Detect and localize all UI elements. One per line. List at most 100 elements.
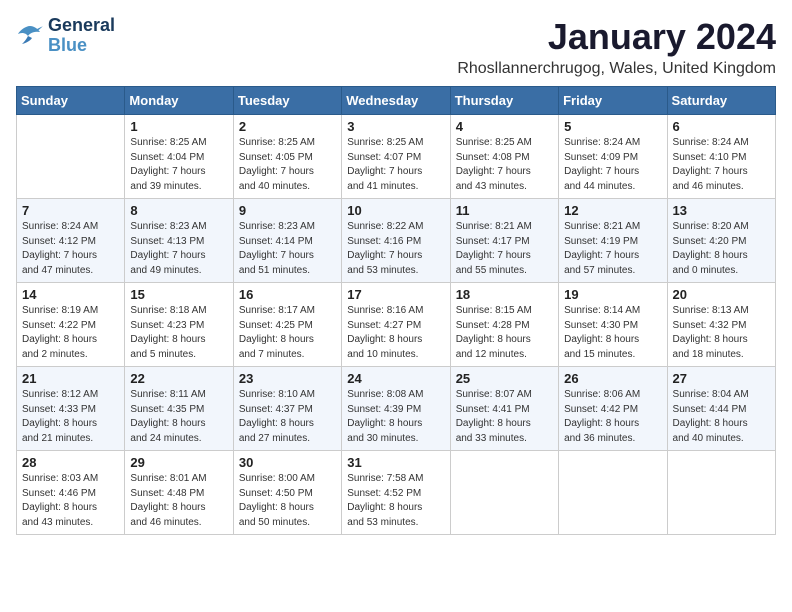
- day-info: Sunrise: 8:00 AMSunset: 4:50 PMDaylight:…: [239, 472, 336, 530]
- day-number: 28: [22, 455, 119, 470]
- calendar-cell: 25 Sunrise: 8:07 AMSunset: 4:41 PMDayligh…: [450, 367, 558, 451]
- day-header-thursday: Thursday: [450, 87, 558, 115]
- day-header-friday: Friday: [559, 87, 667, 115]
- title-block: January 2024 Rhosllannerchrugog, Wales, …: [457, 16, 776, 78]
- logo-text: General Blue: [48, 16, 115, 56]
- day-info: Sunrise: 8:18 AMSunset: 4:23 PMDaylight:…: [130, 304, 227, 362]
- calendar-cell: 7Sunrise: 8:24 AMSunset: 4:12 PMDaylight…: [17, 199, 125, 283]
- calendar-cell: 15 Sunrise: 8:18 AMSunset: 4:23 PMDayligh…: [125, 283, 233, 367]
- calendar-cell: 9Sunrise: 8:23 AMSunset: 4:14 PMDaylight…: [233, 199, 341, 283]
- day-number: 10: [347, 203, 444, 218]
- day-info: Sunrise: 8:04 AMSunset: 4:44 PMDaylight:…: [673, 388, 770, 446]
- day-number: 2: [239, 119, 336, 134]
- day-number: 26: [564, 371, 661, 386]
- calendar-cell: [559, 451, 667, 535]
- calendar-cell: 17 Sunrise: 8:16 AMSunset: 4:27 PMDayligh…: [342, 283, 450, 367]
- logo-icon: [16, 24, 44, 48]
- day-info: Sunrise: 8:24 AMSunset: 4:09 PMDaylight:…: [564, 136, 661, 194]
- day-info: Sunrise: 8:11 AMSunset: 4:35 PMDaylight:…: [130, 388, 227, 446]
- calendar-cell: 29 Sunrise: 8:01 AMSunset: 4:48 PMDayligh…: [125, 451, 233, 535]
- day-info: Sunrise: 8:13 AMSunset: 4:32 PMDaylight:…: [673, 304, 770, 362]
- day-info: Sunrise: 8:17 AMSunset: 4:25 PMDaylight:…: [239, 304, 336, 362]
- day-info: Sunrise: 8:24 AMSunset: 4:10 PMDaylight:…: [673, 136, 770, 194]
- location-subtitle: Rhosllannerchrugog, Wales, United Kingdo…: [457, 60, 776, 78]
- day-header-saturday: Saturday: [667, 87, 775, 115]
- month-title: January 2024: [457, 16, 776, 58]
- calendar-cell: [450, 451, 558, 535]
- day-number: 3: [347, 119, 444, 134]
- calendar-week-2: 7Sunrise: 8:24 AMSunset: 4:12 PMDaylight…: [17, 199, 776, 283]
- day-info: Sunrise: 8:25 AMSunset: 4:07 PMDaylight:…: [347, 136, 444, 194]
- day-number: 25: [456, 371, 553, 386]
- calendar-cell: 1Sunrise: 8:25 AMSunset: 4:04 PMDaylight…: [125, 115, 233, 199]
- day-info: Sunrise: 8:21 AMSunset: 4:19 PMDaylight:…: [564, 220, 661, 278]
- calendar-week-3: 14Sunrise: 8:19 AMSunset: 4:22 PMDayligh…: [17, 283, 776, 367]
- day-header-wednesday: Wednesday: [342, 87, 450, 115]
- day-info: Sunrise: 8:23 AMSunset: 4:13 PMDaylight:…: [130, 220, 227, 278]
- day-info: Sunrise: 8:20 AMSunset: 4:20 PMDaylight:…: [673, 220, 770, 278]
- day-number: 24: [347, 371, 444, 386]
- day-info: Sunrise: 8:03 AMSunset: 4:46 PMDaylight:…: [22, 472, 119, 530]
- calendar-cell: 3 Sunrise: 8:25 AMSunset: 4:07 PMDaylight…: [342, 115, 450, 199]
- day-info: Sunrise: 8:01 AMSunset: 4:48 PMDaylight:…: [130, 472, 227, 530]
- calendar-cell: 24 Sunrise: 8:08 AMSunset: 4:39 PMDayligh…: [342, 367, 450, 451]
- calendar-cell: 30 Sunrise: 8:00 AMSunset: 4:50 PMDayligh…: [233, 451, 341, 535]
- day-number: 16: [239, 287, 336, 302]
- day-number: 8: [130, 203, 227, 218]
- day-number: 21: [22, 371, 119, 386]
- calendar-cell: 10 Sunrise: 8:22 AMSunset: 4:16 PMDayligh…: [342, 199, 450, 283]
- day-number: 12: [564, 203, 661, 218]
- day-info: Sunrise: 7:58 AMSunset: 4:52 PMDaylight:…: [347, 472, 444, 530]
- day-number: 19: [564, 287, 661, 302]
- day-number: 4: [456, 119, 553, 134]
- calendar-cell: 13 Sunrise: 8:20 AMSunset: 4:20 PMDayligh…: [667, 199, 775, 283]
- day-header-tuesday: Tuesday: [233, 87, 341, 115]
- calendar-header-row: SundayMondayTuesdayWednesdayThursdayFrid…: [17, 87, 776, 115]
- day-info: Sunrise: 8:22 AMSunset: 4:16 PMDaylight:…: [347, 220, 444, 278]
- day-info: Sunrise: 8:06 AMSunset: 4:42 PMDaylight:…: [564, 388, 661, 446]
- calendar-cell: 18 Sunrise: 8:15 AMSunset: 4:28 PMDayligh…: [450, 283, 558, 367]
- day-info: Sunrise: 8:16 AMSunset: 4:27 PMDaylight:…: [347, 304, 444, 362]
- calendar-week-4: 21 Sunrise: 8:12 AMSunset: 4:33 PMDayligh…: [17, 367, 776, 451]
- day-number: 31: [347, 455, 444, 470]
- day-number: 20: [673, 287, 770, 302]
- day-info: Sunrise: 8:21 AMSunset: 4:17 PMDaylight:…: [456, 220, 553, 278]
- day-info: Sunrise: 8:08 AMSunset: 4:39 PMDaylight:…: [347, 388, 444, 446]
- day-info: Sunrise: 8:12 AMSunset: 4:33 PMDaylight:…: [22, 388, 119, 446]
- day-header-sunday: Sunday: [17, 87, 125, 115]
- calendar-cell: 6 Sunrise: 8:24 AMSunset: 4:10 PMDaylight…: [667, 115, 775, 199]
- day-info: Sunrise: 8:07 AMSunset: 4:41 PMDaylight:…: [456, 388, 553, 446]
- day-number: 23: [239, 371, 336, 386]
- day-number: 17: [347, 287, 444, 302]
- day-number: 13: [673, 203, 770, 218]
- calendar-cell: 22 Sunrise: 8:11 AMSunset: 4:35 PMDayligh…: [125, 367, 233, 451]
- calendar-cell: 16 Sunrise: 8:17 AMSunset: 4:25 PMDayligh…: [233, 283, 341, 367]
- day-info: Sunrise: 8:25 AMSunset: 4:04 PMDaylight:…: [130, 136, 227, 194]
- day-info: Sunrise: 8:10 AMSunset: 4:37 PMDaylight:…: [239, 388, 336, 446]
- day-number: 29: [130, 455, 227, 470]
- calendar-cell: 5Sunrise: 8:24 AMSunset: 4:09 PMDaylight…: [559, 115, 667, 199]
- calendar-cell: 19Sunrise: 8:14 AMSunset: 4:30 PMDayligh…: [559, 283, 667, 367]
- day-info: Sunrise: 8:25 AMSunset: 4:08 PMDaylight:…: [456, 136, 553, 194]
- day-info: Sunrise: 8:15 AMSunset: 4:28 PMDaylight:…: [456, 304, 553, 362]
- day-number: 6: [673, 119, 770, 134]
- day-number: 7: [22, 203, 119, 218]
- day-number: 30: [239, 455, 336, 470]
- calendar-cell: 8 Sunrise: 8:23 AMSunset: 4:13 PMDaylight…: [125, 199, 233, 283]
- calendar-cell: 26 Sunrise: 8:06 AMSunset: 4:42 PMDayligh…: [559, 367, 667, 451]
- calendar-cell: 23 Sunrise: 8:10 AMSunset: 4:37 PMDayligh…: [233, 367, 341, 451]
- calendar-cell: 21 Sunrise: 8:12 AMSunset: 4:33 PMDayligh…: [17, 367, 125, 451]
- calendar-cell: 14Sunrise: 8:19 AMSunset: 4:22 PMDayligh…: [17, 283, 125, 367]
- day-header-monday: Monday: [125, 87, 233, 115]
- day-number: 15: [130, 287, 227, 302]
- day-number: 22: [130, 371, 227, 386]
- calendar-cell: [17, 115, 125, 199]
- calendar-cell: 2Sunrise: 8:25 AMSunset: 4:05 PMDaylight…: [233, 115, 341, 199]
- calendar-cell: 12 Sunrise: 8:21 AMSunset: 4:19 PMDayligh…: [559, 199, 667, 283]
- day-number: 11: [456, 203, 553, 218]
- calendar-cell: 4 Sunrise: 8:25 AMSunset: 4:08 PMDaylight…: [450, 115, 558, 199]
- day-info: Sunrise: 8:19 AMSunset: 4:22 PMDaylight:…: [22, 304, 119, 362]
- day-number: 18: [456, 287, 553, 302]
- day-number: 9: [239, 203, 336, 218]
- calendar-cell: 11 Sunrise: 8:21 AMSunset: 4:17 PMDayligh…: [450, 199, 558, 283]
